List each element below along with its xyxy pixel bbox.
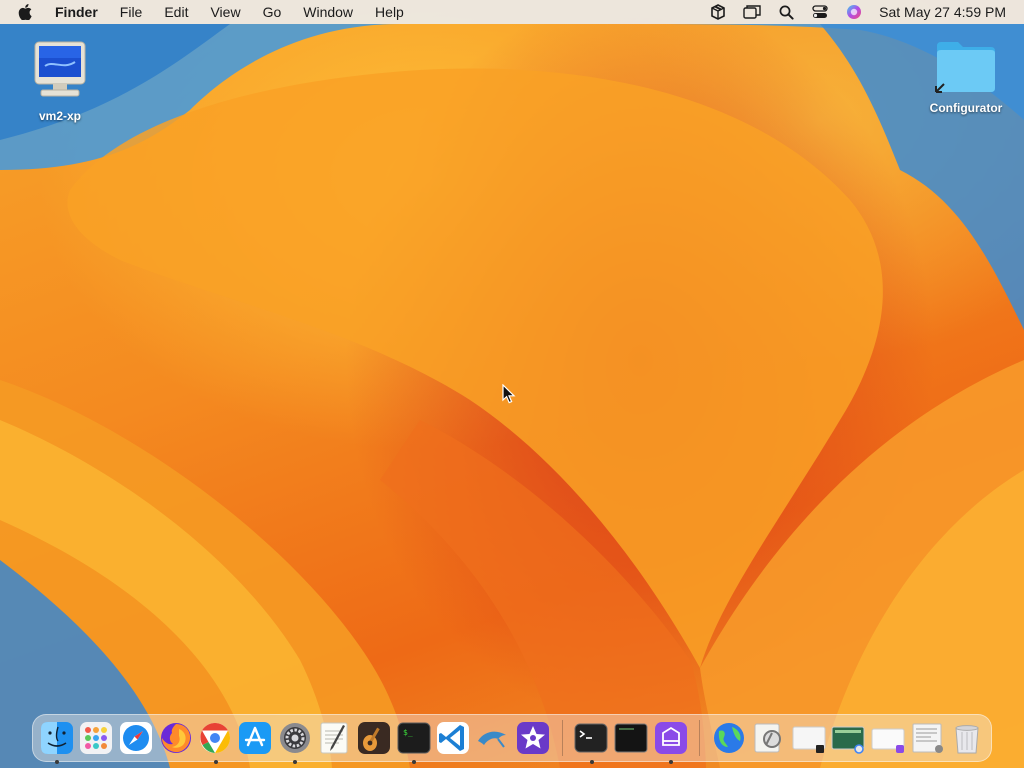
dock-textedit[interactable] [317, 720, 353, 756]
window-thumb-icon [871, 728, 905, 753]
firefox-icon [160, 723, 191, 753]
dock-imovie[interactable] [515, 720, 551, 756]
dock-preview[interactable] [751, 720, 787, 756]
dock-trash[interactable] [949, 720, 985, 756]
desktop-icon-vm2-xp[interactable]: vm2-xp [10, 40, 110, 123]
dock-apple-configurator[interactable] [653, 720, 689, 764]
dock-separator [561, 720, 563, 756]
finder-icon [40, 722, 73, 754]
dock-network[interactable] [711, 720, 747, 756]
running-indicator [411, 760, 416, 764]
control-center-icon[interactable] [809, 0, 831, 24]
dock-window-thumbnail[interactable] [910, 720, 946, 756]
desktop-icon-configurator[interactable]: Configurator [916, 38, 1016, 115]
running-indicator [668, 760, 673, 764]
globe-icon [714, 723, 745, 753]
terminal-icon: $_ [397, 722, 431, 754]
menu-view[interactable]: View [199, 0, 251, 24]
menu-help[interactable]: Help [364, 0, 415, 24]
window-thumb-icon [912, 723, 943, 753]
dock-terminal-2[interactable] [574, 720, 610, 764]
console-icon [614, 723, 648, 753]
window-stack-icon[interactable] [741, 0, 763, 24]
dock-window-thumbnail[interactable] [791, 720, 827, 756]
chrome-icon [200, 723, 231, 753]
monitor-icon [34, 41, 86, 97]
running-indicator [589, 760, 594, 764]
mouse-cursor-icon [502, 384, 516, 404]
guitar-icon [358, 722, 391, 754]
dock-firefox[interactable] [158, 720, 194, 756]
package-icon[interactable] [707, 0, 729, 24]
star-icon [516, 722, 549, 754]
dock-finder[interactable] [39, 720, 75, 764]
dock-console[interactable] [613, 720, 649, 756]
dock-system-settings[interactable] [277, 720, 313, 764]
dock-launchpad[interactable] [79, 720, 115, 756]
dock-app-store[interactable] [237, 720, 273, 756]
desktop-icon-label: Configurator [929, 101, 1003, 115]
apple-menu-icon[interactable] [0, 4, 44, 20]
textedit-icon [320, 722, 348, 754]
spotlight-search-icon[interactable] [775, 0, 797, 24]
dock-window-thumbnail[interactable] [870, 720, 906, 756]
menu-edit[interactable]: Edit [153, 0, 199, 24]
safari-icon [120, 722, 153, 754]
desktop-icon-label: vm2-xp [38, 109, 82, 123]
preview-icon [754, 723, 781, 753]
dock-vscode[interactable] [436, 720, 472, 756]
dock-window-thumbnail[interactable] [830, 720, 866, 756]
svg-text:$_: $_ [403, 728, 413, 737]
window-thumb-icon [831, 726, 865, 754]
menu-file[interactable]: File [109, 0, 154, 24]
dock-garageband[interactable] [356, 720, 392, 756]
vscode-icon [437, 722, 470, 754]
dock-mysql-workbench[interactable] [475, 720, 511, 756]
running-indicator [213, 760, 218, 764]
settings-gear-icon [279, 723, 310, 753]
folder-icon [935, 42, 995, 93]
launchpad-icon [80, 722, 113, 754]
menu-window[interactable]: Window [292, 0, 364, 24]
dolphin-icon [478, 731, 507, 748]
menu-bar: Finder File Edit View Go Window Help Sat… [0, 0, 1024, 24]
trash-icon [955, 725, 979, 754]
window-thumb-icon [792, 726, 826, 753]
running-indicator [55, 760, 59, 764]
desktop[interactable]: Finder File Edit View Go Window Help Sat… [0, 0, 1024, 768]
dock: $_ [32, 714, 992, 764]
terminal-prompt-icon [574, 723, 608, 753]
running-indicator [292, 760, 297, 764]
menu-clock[interactable]: Sat May 27 4:59 PM [879, 4, 1006, 20]
app-store-icon [239, 722, 272, 754]
menu-go[interactable]: Go [252, 0, 293, 24]
dock-separator [699, 720, 701, 756]
menu-app-finder[interactable]: Finder [44, 0, 109, 24]
configurator-icon [654, 722, 687, 754]
dock-chrome[interactable] [198, 720, 234, 764]
siri-icon[interactable] [843, 0, 865, 24]
dock-terminal[interactable]: $_ [396, 720, 432, 764]
dock-safari[interactable] [118, 720, 154, 756]
